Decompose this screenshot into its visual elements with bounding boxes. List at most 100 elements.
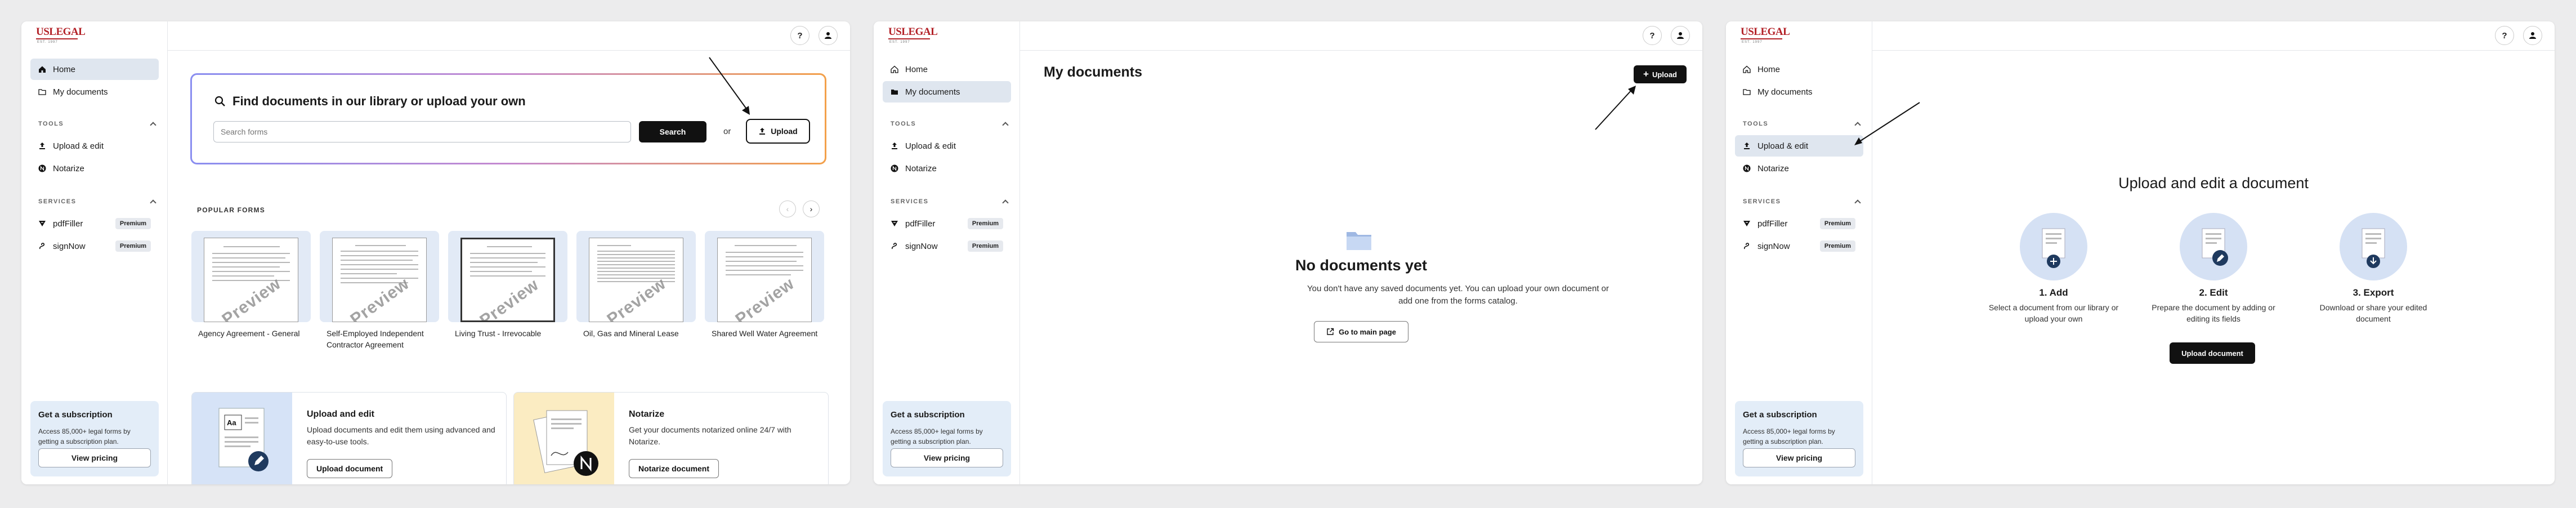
chevron-up-icon[interactable] bbox=[150, 122, 156, 128]
subscription-card: Get a subscription Access 85,000+ legal … bbox=[30, 401, 159, 476]
step-title: 3. Export bbox=[2353, 287, 2394, 298]
sidebar-item-notarize[interactable]: Notarize bbox=[883, 158, 1011, 179]
premium-badge: Premium bbox=[115, 240, 151, 252]
search-button[interactable]: Search bbox=[639, 121, 706, 142]
folder-icon bbox=[1743, 89, 1751, 95]
chevron-up-icon[interactable] bbox=[1854, 122, 1861, 128]
sidebar-item-upload-edit[interactable]: Upload & edit bbox=[1735, 135, 1863, 157]
view-pricing-button[interactable]: View pricing bbox=[1743, 448, 1855, 467]
sidebar-item-signnow[interactable]: signNow Premium bbox=[30, 235, 159, 257]
sidebar-item-label: Notarize bbox=[53, 163, 84, 173]
signnow-icon bbox=[39, 243, 44, 249]
user-account-icon[interactable] bbox=[2523, 26, 2542, 45]
chevron-up-icon[interactable] bbox=[1002, 122, 1009, 128]
view-pricing-button[interactable]: View pricing bbox=[38, 448, 151, 467]
services-section-header: SERVICES bbox=[38, 198, 77, 205]
subscription-description: Access 85,000+ legal forms by getting a … bbox=[891, 427, 983, 445]
folder-icon bbox=[891, 90, 898, 95]
form-card[interactable]: Preview bbox=[320, 231, 439, 322]
sidebar-item-label: My documents bbox=[1757, 87, 1813, 97]
upload-button[interactable]: Upload bbox=[746, 119, 810, 144]
chevron-up-icon[interactable] bbox=[1002, 199, 1009, 206]
tools-section-header: TOOLS bbox=[38, 121, 64, 127]
sidebar-item-label: Upload & edit bbox=[905, 141, 956, 151]
uslegal-logo[interactable]: USLEGAL bbox=[888, 26, 938, 38]
user-account-icon[interactable] bbox=[819, 26, 838, 45]
uslegal-logo[interactable]: USLEGAL bbox=[36, 26, 86, 38]
sidebar-item-home[interactable]: Home bbox=[30, 59, 159, 80]
plus-icon: + bbox=[1643, 69, 1649, 79]
sidebar-item-pdffiller[interactable]: pdfFiller Premium bbox=[30, 213, 159, 234]
form-name[interactable]: Agency Agreement - General bbox=[198, 328, 316, 339]
user-account-icon[interactable] bbox=[1671, 26, 1690, 45]
sidebar-item-my-documents[interactable]: My documents bbox=[30, 81, 159, 103]
notarize-document-button[interactable]: Notarize document bbox=[629, 459, 719, 478]
sidebar-item-label: pdfFiller bbox=[905, 219, 936, 229]
page-title: Upload and edit a document bbox=[2118, 175, 2309, 191]
form-card[interactable]: Preview bbox=[191, 231, 311, 322]
preview-watermark: Preview bbox=[347, 274, 413, 322]
help-icon[interactable]: ? bbox=[2495, 26, 2514, 45]
form-name[interactable]: Shared Well Water Agreement bbox=[712, 328, 830, 339]
sidebar-item-label: Notarize bbox=[1757, 163, 1789, 173]
form-name[interactable]: Living Trust - Irrevocable bbox=[455, 328, 573, 339]
empty-folder-icon bbox=[1347, 232, 1371, 250]
upload-button-label: Upload bbox=[1652, 70, 1677, 79]
sidebar: USLEGAL EST. 1997 Home My documents TOOL… bbox=[1726, 21, 1872, 484]
sidebar-item-home[interactable]: Home bbox=[1735, 59, 1863, 80]
search-input[interactable] bbox=[213, 121, 631, 142]
chevron-up-icon[interactable] bbox=[1854, 199, 1861, 206]
sidebar-item-signnow[interactable]: signNow Premium bbox=[883, 235, 1011, 257]
premium-badge: Premium bbox=[967, 218, 1003, 229]
form-card[interactable]: Preview bbox=[705, 231, 824, 322]
subscription-card: Get a subscription Access 85,000+ legal … bbox=[883, 401, 1011, 476]
sidebar-item-upload-edit[interactable]: Upload & edit bbox=[883, 135, 1011, 157]
sidebar-item-label: Home bbox=[905, 64, 928, 74]
sidebar-item-label: Upload & edit bbox=[1757, 141, 1809, 151]
sidebar: USLEGAL EST. 1997 Home My documents TOOL… bbox=[21, 21, 168, 484]
sidebar-item-signnow[interactable]: signNow Premium bbox=[1735, 235, 1863, 257]
logo-underline bbox=[888, 38, 930, 39]
subscription-description: Access 85,000+ legal forms by getting a … bbox=[1743, 427, 1835, 445]
help-icon[interactable]: ? bbox=[790, 26, 810, 45]
empty-state-title: No documents yet bbox=[1295, 257, 1428, 274]
sidebar-item-label: Home bbox=[1757, 64, 1781, 74]
upload-icon bbox=[39, 142, 45, 149]
feature-description: Get your documents notarized online 24/7… bbox=[629, 425, 791, 446]
chevron-left-icon[interactable]: ‹ bbox=[779, 200, 796, 217]
help-icon[interactable]: ? bbox=[1643, 26, 1662, 45]
premium-badge: Premium bbox=[967, 240, 1003, 252]
sidebar-item-my-documents[interactable]: My documents bbox=[1735, 81, 1863, 103]
upload-document-button[interactable]: Upload document bbox=[2170, 342, 2255, 364]
sidebar-item-label: Home bbox=[53, 64, 76, 74]
sidebar-item-pdffiller[interactable]: pdfFiller Premium bbox=[883, 213, 1011, 234]
step-add: 1. Add Select a document from our librar… bbox=[1986, 213, 2121, 324]
upload-edit-screen: USLEGAL EST. 1997 Home My documents TOOL… bbox=[1726, 21, 2555, 484]
sidebar-item-home[interactable]: Home bbox=[883, 59, 1011, 80]
go-to-main-page-button[interactable]: Go to main page bbox=[1314, 321, 1408, 342]
step-description: Prepare the document by adding or editin… bbox=[2152, 303, 2275, 323]
pdffiller-icon bbox=[891, 221, 898, 226]
upload-button-label: Upload bbox=[771, 127, 798, 136]
sidebar-item-label: Notarize bbox=[905, 163, 937, 173]
folder-icon bbox=[38, 89, 46, 95]
subscription-card: Get a subscription Access 85,000+ legal … bbox=[1735, 401, 1863, 476]
form-card[interactable]: Preview bbox=[448, 231, 567, 322]
sidebar-item-label: My documents bbox=[53, 87, 108, 97]
logo-underline bbox=[1741, 38, 1782, 39]
form-name[interactable]: Self-Employed Independent Contractor Agr… bbox=[327, 328, 445, 350]
uslegal-logo[interactable]: USLEGAL bbox=[1741, 26, 1790, 38]
upload-button[interactable]: + Upload bbox=[1634, 65, 1687, 83]
form-name[interactable]: Oil, Gas and Mineral Lease bbox=[583, 328, 701, 339]
chevron-right-icon[interactable]: › bbox=[803, 200, 820, 217]
sidebar-item-upload-edit[interactable]: Upload & edit bbox=[30, 135, 159, 157]
sidebar-item-my-documents[interactable]: My documents bbox=[883, 81, 1011, 103]
sidebar-item-pdffiller[interactable]: pdfFiller Premium bbox=[1735, 213, 1863, 234]
upload-document-button[interactable]: Upload document bbox=[307, 459, 393, 478]
form-card[interactable]: Preview bbox=[576, 231, 696, 322]
sidebar-item-notarize[interactable]: Notarize bbox=[1735, 158, 1863, 179]
sidebar-item-notarize[interactable]: Notarize bbox=[30, 158, 159, 179]
chevron-up-icon[interactable] bbox=[150, 199, 156, 206]
preview-watermark: Preview bbox=[218, 274, 285, 322]
view-pricing-button[interactable]: View pricing bbox=[891, 448, 1003, 467]
